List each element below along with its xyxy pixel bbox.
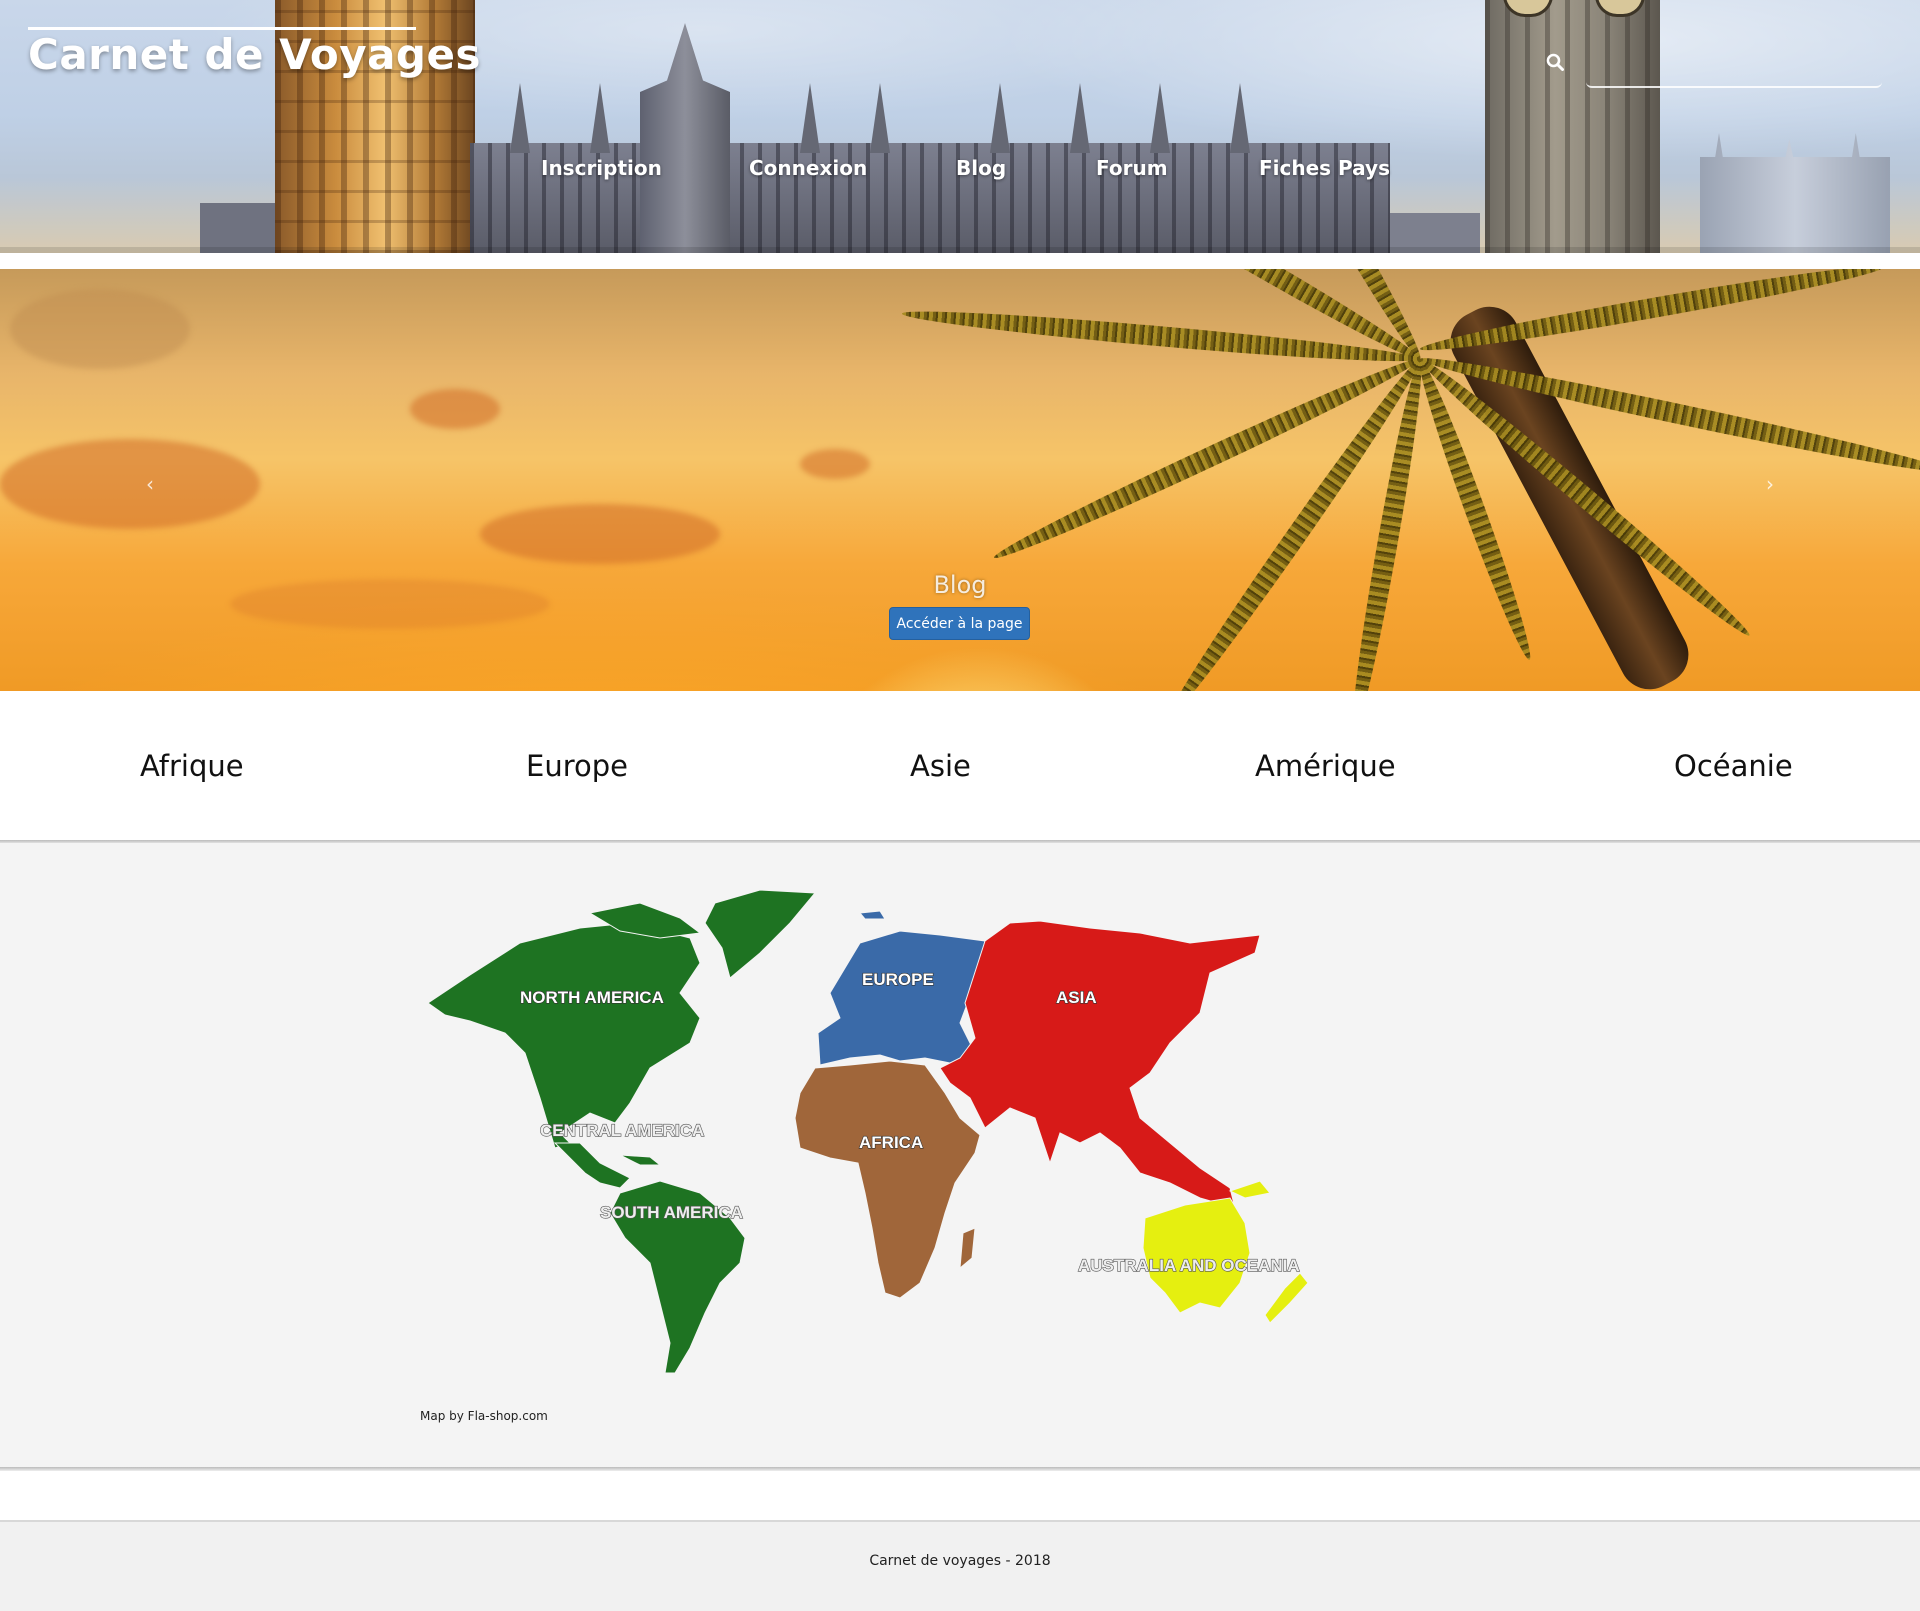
region-oceania-islands[interactable]: [1228, 1180, 1271, 1199]
cloud: [0, 439, 260, 529]
map-credit[interactable]: Map by Fla-shop.com: [420, 1409, 548, 1423]
map-label-europe: EUROPE: [862, 970, 934, 989]
region-central-america[interactable]: [553, 1142, 631, 1189]
map-label-africa: AFRICA: [859, 1133, 923, 1152]
continent-links: Afrique Europe Asie Amérique Océanie: [0, 691, 1920, 841]
region-africa[interactable]: [794, 1060, 981, 1299]
nav-inscription[interactable]: Inscription: [541, 156, 662, 180]
region-greenland[interactable]: [704, 889, 817, 979]
region-caribbean[interactable]: [619, 1154, 662, 1166]
continent-link-oceanie[interactable]: Océanie: [1674, 749, 1793, 783]
cloud: [410, 389, 500, 429]
continent-link-amerique[interactable]: Amérique: [1255, 749, 1396, 783]
continent-link-afrique[interactable]: Afrique: [140, 749, 244, 783]
nav-forum[interactable]: Forum: [1096, 156, 1168, 180]
search-icon[interactable]: [1546, 53, 1564, 71]
region-north-america[interactable]: [427, 922, 701, 1149]
nav-connexion[interactable]: Connexion: [749, 156, 867, 180]
header-background-building: [200, 203, 280, 253]
big-ben-image: [1485, 0, 1660, 253]
site-footer: Carnet de voyages - 2018: [0, 1520, 1920, 1611]
world-map: NORTH AMERICA CENTRAL AMERICA SOUTH AMER…: [427, 889, 1309, 1374]
carousel-caption-title: Blog: [933, 571, 987, 599]
section-divider: [0, 1467, 1920, 1471]
carousel-next-arrow[interactable]: ›: [1766, 472, 1774, 496]
region-new-zealand[interactable]: [1264, 1272, 1309, 1324]
carousel-prev-arrow[interactable]: ‹: [146, 472, 154, 496]
hero-carousel: ‹ › Blog Accéder à la page: [0, 269, 1920, 691]
world-map-section: NORTH AMERICA CENTRAL AMERICA SOUTH AMER…: [0, 843, 1920, 1468]
site-brand[interactable]: Carnet de Voyages: [28, 30, 481, 79]
map-label-south-america: SOUTH AMERICA: [600, 1203, 743, 1222]
continent-link-asie[interactable]: Asie: [910, 749, 971, 783]
nav-fiches-pays[interactable]: Fiches Pays: [1259, 156, 1390, 180]
continent-link-europe[interactable]: Europe: [526, 749, 628, 783]
region-asia[interactable]: [939, 920, 1261, 1209]
footer-text: Carnet de voyages - 2018: [869, 1553, 1051, 1569]
region-europe[interactable]: [817, 930, 986, 1066]
cloud: [800, 449, 870, 479]
cloud: [480, 504, 720, 564]
map-label-oceania: AUSTRALIA AND OCEANIA: [1078, 1256, 1300, 1275]
site-header: Carnet de Voyages Inscription Connexion …: [0, 0, 1920, 253]
search-input[interactable]: [1586, 54, 1882, 88]
map-label-central-america: CENTRAL AMERICA: [540, 1121, 704, 1140]
map-label-asia: ASIA: [1056, 988, 1097, 1007]
carousel-cta-button[interactable]: Accéder à la page: [889, 607, 1030, 640]
region-madagascar[interactable]: [959, 1227, 976, 1270]
map-label-north-america: NORTH AMERICA: [520, 988, 664, 1007]
nav-blog[interactable]: Blog: [956, 156, 1006, 180]
region-europe-islands[interactable]: [859, 910, 886, 920]
cloud: [10, 289, 190, 369]
